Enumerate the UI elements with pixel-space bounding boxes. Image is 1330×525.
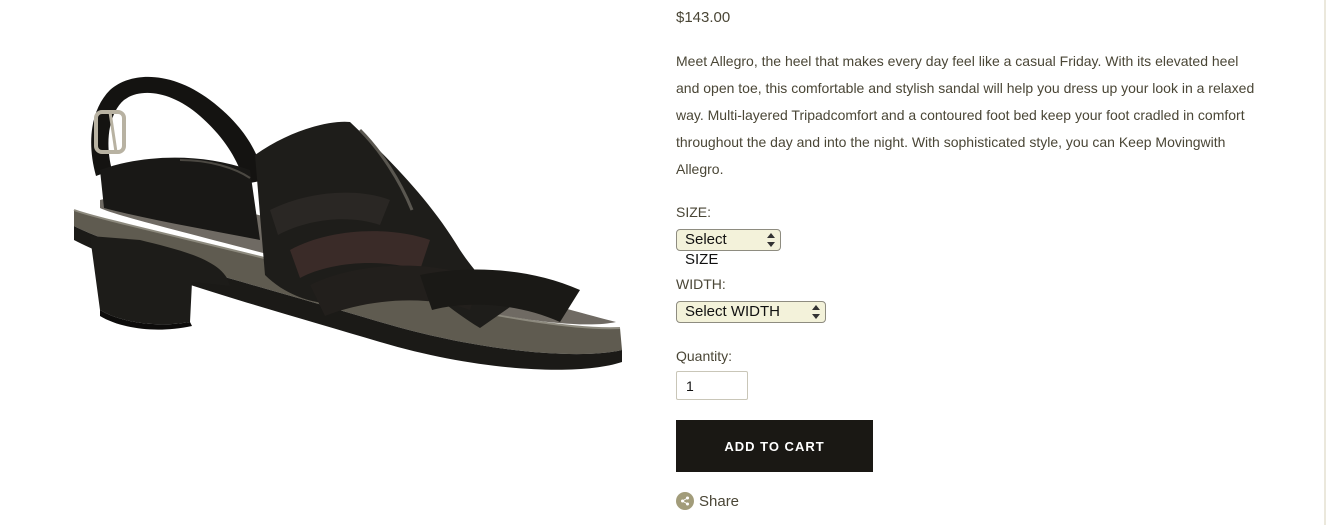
quantity-input[interactable] [676, 371, 748, 400]
product-price: $143.00 [676, 9, 731, 26]
product-description: Meet Allegro, the heel that makes every … [676, 53, 1255, 177]
width-label: WIDTH: [676, 276, 726, 292]
product-image [60, 60, 640, 420]
share-icon [676, 492, 694, 510]
add-to-cart-button[interactable]: ADD TO CART [676, 420, 873, 472]
size-select-value: Select SIZE [685, 231, 727, 268]
updown-arrows-icon [767, 233, 775, 247]
share-link[interactable]: Share [676, 492, 739, 510]
width-select-value: Select WIDTH [685, 303, 781, 320]
width-select[interactable]: Select WIDTH [676, 301, 826, 323]
share-label: Share [699, 492, 740, 510]
size-label: SIZE: [676, 204, 712, 220]
page-edge-divider [1324, 0, 1326, 525]
quantity-label: Quantity: [676, 348, 733, 364]
size-select[interactable]: Select SIZE [676, 229, 781, 268]
updown-arrows-icon [812, 305, 820, 319]
